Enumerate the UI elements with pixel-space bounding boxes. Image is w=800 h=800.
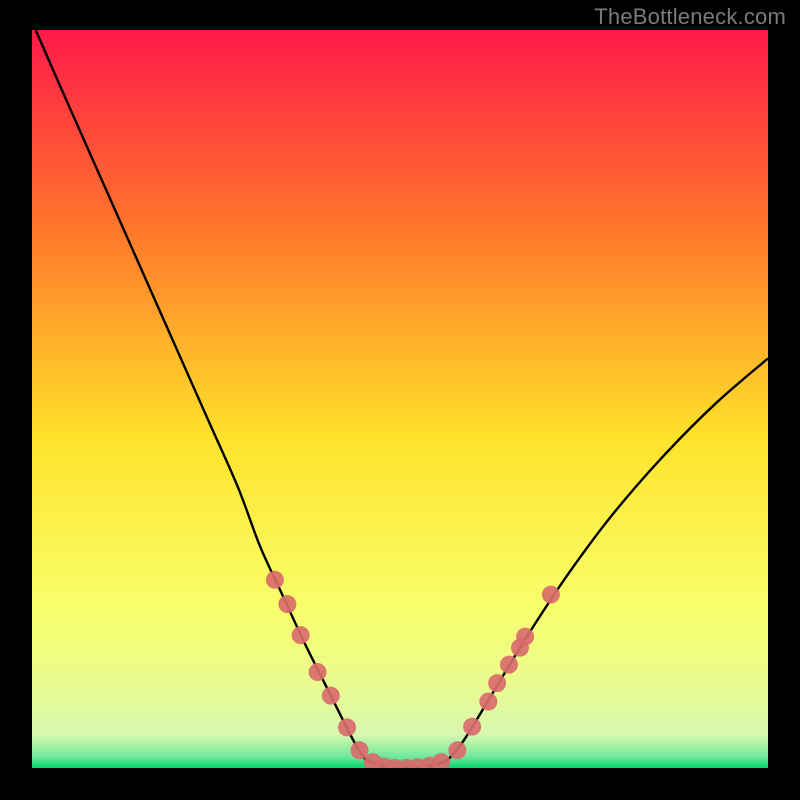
chart-stage: TheBottleneck.com [0,0,800,800]
data-marker [309,663,327,681]
data-marker [479,693,497,711]
watermark-text: TheBottleneck.com [594,4,786,30]
data-marker [488,674,506,692]
data-marker [448,741,466,759]
chart-svg [0,0,800,800]
data-marker [338,718,356,736]
plot-background [32,30,768,768]
data-marker [292,626,310,644]
data-marker [266,571,284,589]
data-marker [500,656,518,674]
data-marker [432,753,450,771]
data-marker [322,687,340,705]
data-marker [542,586,560,604]
data-marker [516,628,534,646]
data-marker [463,718,481,736]
data-marker [278,595,296,613]
